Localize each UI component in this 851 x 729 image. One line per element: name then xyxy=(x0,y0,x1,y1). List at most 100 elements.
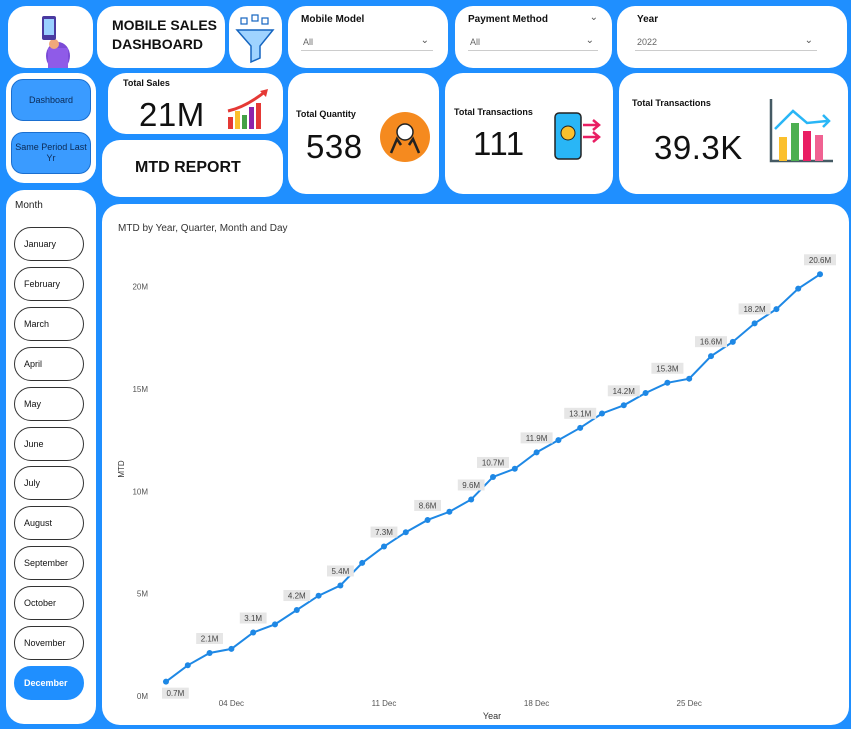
month-button-label: July xyxy=(24,478,41,489)
year-value: 2022 xyxy=(637,37,658,47)
month-button-label: April xyxy=(24,358,43,369)
data-label: 15.3M xyxy=(656,364,679,373)
month-button-label: June xyxy=(24,438,44,449)
mtd-data-point xyxy=(228,645,235,652)
payment-method-dropdown[interactable]: All ⌄ xyxy=(468,31,598,51)
data-label: 13.1M xyxy=(569,409,592,418)
person-phone-icon xyxy=(42,16,70,70)
mtd-data-point xyxy=(293,607,300,614)
mtd-data-point xyxy=(729,338,736,345)
dashboard-nav-label: Dashboard xyxy=(28,94,74,105)
mtd-data-point xyxy=(599,410,606,417)
data-label: 16.6M xyxy=(700,338,723,347)
data-label: 7.3M xyxy=(375,528,393,537)
mtd-data-point xyxy=(490,473,496,480)
month-button-label: March xyxy=(24,318,50,329)
mobile-model-value: All xyxy=(303,37,314,47)
mobile-model-label: Mobile Model xyxy=(301,14,365,25)
data-label: 8.6M xyxy=(419,501,437,510)
month-button-label: October xyxy=(24,598,57,609)
month-button-august[interactable]: August xyxy=(14,506,84,541)
x-axis-title: Year xyxy=(483,711,501,721)
mtd-data-point xyxy=(206,650,213,657)
total-transactions-count-card: Total Transactions 111 xyxy=(445,73,613,194)
mtd-data-point xyxy=(795,285,802,292)
data-label: 3.1M xyxy=(244,614,262,623)
month-button-label: January xyxy=(24,239,57,249)
total-sales-value: 21M xyxy=(139,96,205,133)
total-sales-label: Total Sales xyxy=(123,78,170,88)
chevron-down-icon[interactable]: ⌄ xyxy=(805,35,813,46)
x-tick-label: 18 Dec xyxy=(524,699,549,708)
y-tick-label: 5M xyxy=(137,590,148,599)
mobile-model-slicer[interactable]: Mobile Model All ⌄ xyxy=(288,6,448,68)
data-label: 11.9M xyxy=(526,434,548,443)
x-tick-label: 04 Dec xyxy=(219,699,244,708)
mtd-data-point xyxy=(620,402,627,409)
mtd-data-point xyxy=(337,582,344,589)
mtd-data-point xyxy=(468,496,475,503)
y-tick-label: 15M xyxy=(132,385,148,394)
month-button-label: November xyxy=(24,638,66,648)
mtd-data-point xyxy=(315,592,322,599)
total-transactions-value-label: Total Transactions xyxy=(632,98,711,108)
nav-panel: Dashboard Same Period Last Yr xyxy=(6,73,96,183)
mtd-data-point xyxy=(817,271,824,278)
month-button-december[interactable]: December xyxy=(14,665,84,700)
growth-bar-icon xyxy=(227,89,268,129)
mtd-data-point xyxy=(708,353,715,360)
same-period-last-yr-button[interactable]: Same Period Last Yr xyxy=(11,132,91,174)
data-label: 4.2M xyxy=(288,592,306,601)
mtd-data-point xyxy=(751,320,758,327)
month-button-june[interactable]: June xyxy=(14,426,84,461)
mtd-data-point xyxy=(250,629,257,636)
year-dropdown[interactable]: 2022 ⌄ xyxy=(635,31,817,51)
mtd-report-label: MTD REPORT xyxy=(135,159,241,176)
month-button-april[interactable]: April xyxy=(14,346,84,381)
month-button-september[interactable]: September xyxy=(14,546,84,581)
total-transactions-value-value: 39.3K xyxy=(654,129,743,166)
data-label: 14.2M xyxy=(613,387,636,396)
y-tick-label: 0M xyxy=(137,692,148,701)
mtd-data-point xyxy=(271,621,278,628)
mtd-data-point xyxy=(577,424,584,431)
mobile-model-dropdown[interactable]: All ⌄ xyxy=(301,31,433,51)
month-button-october[interactable]: October xyxy=(14,586,84,621)
data-label: 18.2M xyxy=(743,305,766,314)
x-tick-label: 11 Dec xyxy=(372,699,397,708)
month-button-january[interactable]: January xyxy=(14,227,84,261)
logo-card xyxy=(8,6,93,70)
mtd-chart-card: MTD by Year, Quarter, Month and Day 0M 5M… xyxy=(102,204,849,725)
mtd-data-point xyxy=(686,375,693,382)
total-transactions-count-label: Total Transactions xyxy=(454,107,533,117)
total-quantity-label: Total Quantity xyxy=(296,109,356,119)
dashboard-nav-button[interactable]: Dashboard xyxy=(11,79,91,121)
total-transactions-count-value: 111 xyxy=(473,125,525,162)
month-button-november[interactable]: November xyxy=(14,626,84,660)
month-button-may[interactable]: May xyxy=(14,386,84,421)
mtd-data-point xyxy=(359,559,366,566)
month-button-july[interactable]: July xyxy=(14,466,84,501)
y-tick-label: 20M xyxy=(132,283,148,292)
chevron-down-icon[interactable]: ⌄ xyxy=(421,35,429,46)
month-slicer: Month January February March April May June Ju… xyxy=(6,190,96,724)
phone-payment-icon xyxy=(554,112,601,160)
mtd-data-point xyxy=(664,379,671,386)
month-button-label: December xyxy=(24,677,68,688)
payment-method-label: Payment Method xyxy=(468,14,549,25)
month-button-march[interactable]: March xyxy=(14,306,84,341)
month-button-february[interactable]: February xyxy=(14,266,84,301)
chevron-down-icon[interactable]: ⌄ xyxy=(586,35,594,46)
payment-method-slicer[interactable]: Payment Method ⌄ All ⌄ xyxy=(455,6,612,68)
total-quantity-card: Total Quantity 538 xyxy=(288,73,439,194)
month-slicer-title: Month xyxy=(15,200,43,211)
mtd-data-point xyxy=(533,449,540,456)
dashboard-title: MOBILE SALES DASHBOARD xyxy=(112,17,218,52)
mtd-data-point xyxy=(162,678,169,685)
filter-card[interactable] xyxy=(229,6,282,68)
funnel-filter-icon xyxy=(235,14,275,64)
chevron-down-icon[interactable]: ⌄ xyxy=(590,12,598,23)
mtd-data-point xyxy=(555,437,562,444)
year-slicer[interactable]: Year 2022 ⌄ xyxy=(617,6,847,68)
total-transactions-value-card: Total Transactions 39.3K xyxy=(619,73,848,194)
